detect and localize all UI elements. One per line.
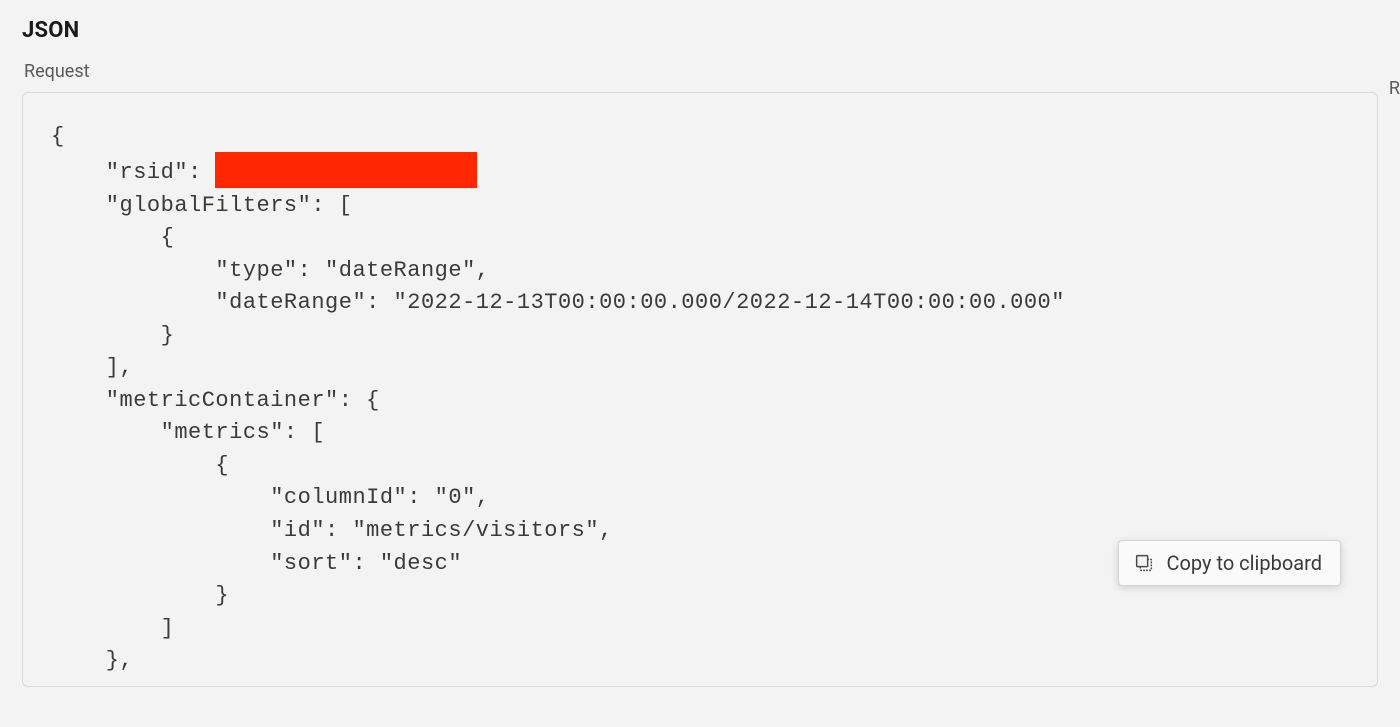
code-line: "metricContainer": { — [51, 388, 380, 413]
tab-request[interactable]: Request — [24, 61, 1378, 82]
code-line: "metrics": [ — [51, 420, 325, 445]
code-line: "id": "metrics/visitors", — [51, 518, 613, 543]
code-line: "dateRange": "2022-12-13T00:00:00.000/20… — [51, 290, 1065, 315]
code-line: { — [51, 225, 174, 250]
code-line: ], — [51, 355, 133, 380]
code-line: "sort": "desc" — [51, 551, 462, 576]
redacted-value — [215, 152, 477, 188]
tab-right-edge: R — [1389, 78, 1400, 99]
code-line: ] — [51, 616, 174, 641]
code-line: "columnId": "0", — [51, 485, 489, 510]
code-line: { — [51, 453, 229, 478]
clipboard-icon — [1133, 552, 1155, 574]
section-title: JSON — [22, 18, 1378, 43]
code-line: } — [51, 583, 229, 608]
code-line: }, — [51, 648, 133, 673]
code-line: } — [51, 323, 174, 348]
code-line: "globalFilters": [ — [51, 193, 352, 218]
json-code: { "rsid": "globalFilters": [ { "type": "… — [51, 121, 1349, 678]
code-line: "rsid": — [51, 159, 215, 184]
code-line: "type": "dateRange", — [51, 258, 489, 283]
code-panel: { "rsid": "globalFilters": [ { "type": "… — [22, 92, 1378, 687]
code-line: { — [51, 124, 65, 149]
copy-button-label: Copy to clipboard — [1167, 551, 1323, 575]
copy-to-clipboard-button[interactable]: Copy to clipboard — [1118, 540, 1342, 586]
